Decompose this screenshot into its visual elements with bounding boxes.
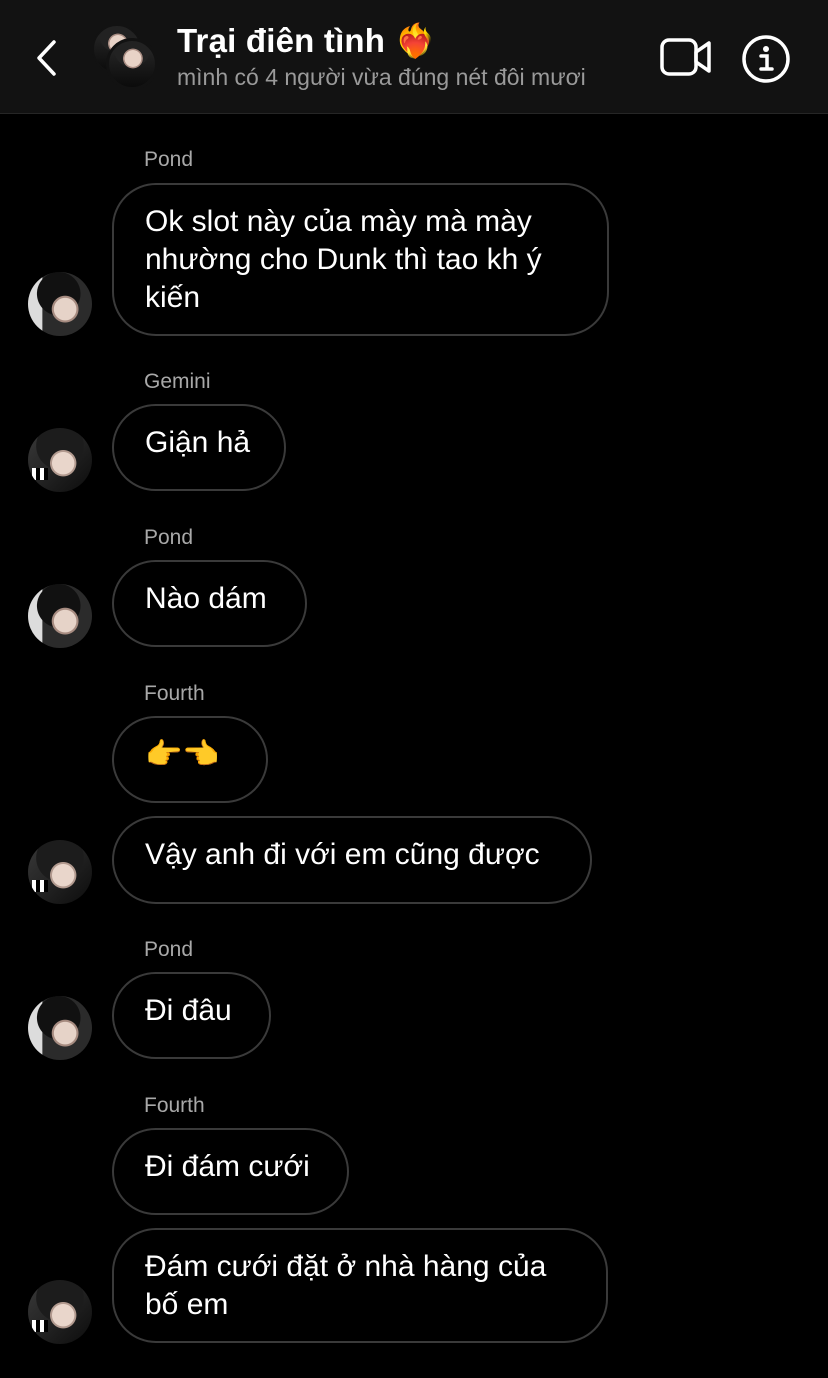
message-bubble[interactable]: Vậy anh đi với em cũng được (112, 816, 592, 904)
sender-name: Fourth (144, 682, 205, 705)
avatar[interactable] (28, 584, 92, 648)
avatar[interactable] (28, 996, 92, 1060)
sender-name: Pond (144, 526, 194, 549)
chat-subtitle[interactable]: mình có 4 người vừa đúng nét đôi mươi (177, 64, 586, 91)
chat-screen: Trại điên tình ❤️‍🔥 mình có 4 người vừa … (0, 0, 828, 1378)
sender-name: Gemini (144, 370, 211, 393)
sender-name: Pond (144, 148, 194, 171)
chat-header: Trại điên tình ❤️‍🔥 mình có 4 người vừa … (0, 0, 828, 114)
video-camera-icon (660, 38, 711, 76)
message-bubble[interactable]: Nào dám (112, 560, 307, 647)
avatar[interactable] (28, 840, 92, 904)
chevron-left-icon (37, 40, 56, 76)
message-bubble[interactable]: Giận hả (112, 404, 286, 491)
message-bubble[interactable]: Đi đám cưới (112, 1128, 349, 1215)
info-icon (742, 35, 790, 83)
message-bubble[interactable]: Đi đâu (112, 972, 271, 1059)
message-bubble[interactable]: Đám cưới đặt ở nhà hàng của bố em (112, 1228, 608, 1343)
avatar[interactable] (28, 1280, 92, 1344)
group-avatar[interactable] (92, 24, 158, 90)
avatar[interactable] (28, 272, 92, 336)
sender-name: Fourth (144, 1094, 205, 1117)
chat-title[interactable]: Trại điên tình ❤️‍🔥 (177, 22, 436, 61)
back-button[interactable] (28, 36, 64, 80)
video-call-button[interactable] (658, 34, 714, 80)
message-bubble[interactable]: Ok slot này của mày mà mày nhường cho Du… (112, 183, 609, 336)
message-bubble[interactable]: 👉👈 (112, 716, 268, 803)
avatar[interactable] (28, 428, 92, 492)
member-avatar (106, 38, 158, 90)
info-button[interactable] (740, 33, 792, 85)
sender-name: Pond (144, 938, 194, 961)
